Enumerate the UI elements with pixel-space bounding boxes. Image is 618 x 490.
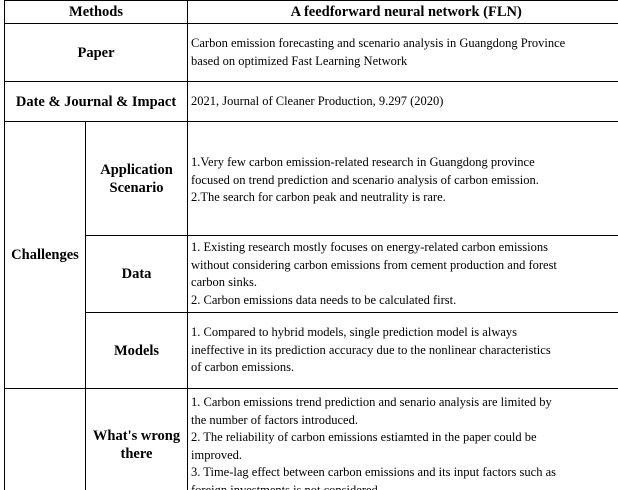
whats-wrong-line-2: the number of factors introduced. xyxy=(191,412,358,427)
row-date-journal: Date & Journal & Impact 2021, Journal of… xyxy=(3,81,618,122)
value-models: 1. Compared to hybrid models, single pre… xyxy=(187,312,618,389)
row-application-scenario: Challenges Application Scenario 1.Very f… xyxy=(4,121,618,389)
whats-wrong-line-4: improved. xyxy=(191,447,243,462)
paper-line-2: based on optimized Fast Learning Network xyxy=(191,53,408,68)
data-line-4: 2. Carbon emissions data needs to be cal… xyxy=(191,292,457,307)
row-whats-wrong: What's wrong there 1. Carbon emissions t… xyxy=(4,388,618,490)
value-date-journal: 2021, Journal of Cleaner Production, 9.2… xyxy=(187,81,618,122)
models-line-1: 1. Compared to hybrid models, single pre… xyxy=(191,325,518,340)
row-paper: Paper Carbon emission forecasting and sc… xyxy=(3,23,618,82)
application-label-2: Scenario xyxy=(109,179,164,196)
application-line-3: 2.The search for carbon peak and neutral… xyxy=(191,190,446,204)
value-whats-wrong: 1. Carbon emissions trend prediction and… xyxy=(187,388,618,490)
row-models: Models 1. Compared to hybrid models, sin… xyxy=(5,312,618,389)
row-data: Data 1. Existing research mostly focuses… xyxy=(5,235,618,313)
whats-wrong-line-1: 1. Carbon emissions trend prediction and… xyxy=(191,395,552,409)
label-models: Models xyxy=(84,312,189,389)
header-methods: Methods xyxy=(3,0,189,24)
whats-wrong-line-5: 3. Time-lag effect between carbon emissi… xyxy=(191,465,556,479)
whats-wrong-blank-cell xyxy=(4,388,86,490)
methods-table: Methods A feedforward neural network (FL… xyxy=(3,0,618,490)
application-line-1: 1.Very few carbon emission-related resea… xyxy=(191,155,535,169)
paper-line-1: Carbon emission forecasting and scenario… xyxy=(191,36,566,50)
value-paper: Carbon emission forecasting and scenario… xyxy=(187,23,618,82)
document-page: Methods A feedforward neural network (FL… xyxy=(0,0,618,490)
value-application-scenario: 1.Very few carbon emission-related resea… xyxy=(187,121,618,236)
whats-wrong-line-3: 2. The reliability of carbon emissions e… xyxy=(191,430,537,444)
value-data: 1. Existing research mostly focuses on e… xyxy=(187,235,618,313)
label-data: Data xyxy=(84,235,189,313)
data-line-3: carbon sinks. xyxy=(191,275,257,289)
models-line-2: ineffective in its prediction accuracy d… xyxy=(191,342,551,357)
application-label-1: Application xyxy=(100,161,173,178)
whats-wrong-line-6: foreign investments is not considered. xyxy=(191,482,381,490)
whats-wrong-label-1: What's wrong xyxy=(92,428,181,444)
label-application-scenario: Application Scenario xyxy=(84,121,189,236)
label-paper: Paper xyxy=(3,23,189,82)
application-line-2: focused on trend prediction and scenario… xyxy=(191,172,539,187)
data-line-2: without considering carbon emissions fro… xyxy=(191,257,557,272)
models-line-3: of carbon emissions. xyxy=(191,360,295,375)
whats-wrong-label-2: there xyxy=(120,446,153,462)
label-whats-wrong: What's wrong there xyxy=(84,388,189,490)
header-fln: A feedforward neural network (FLN) xyxy=(187,0,618,24)
table-header-row: Methods A feedforward neural network (FL… xyxy=(3,0,618,24)
label-date-journal: Date & Journal & Impact xyxy=(3,81,189,122)
label-challenges: Challenges xyxy=(4,121,86,389)
data-line-1: 1. Existing research mostly focuses on e… xyxy=(191,240,548,254)
